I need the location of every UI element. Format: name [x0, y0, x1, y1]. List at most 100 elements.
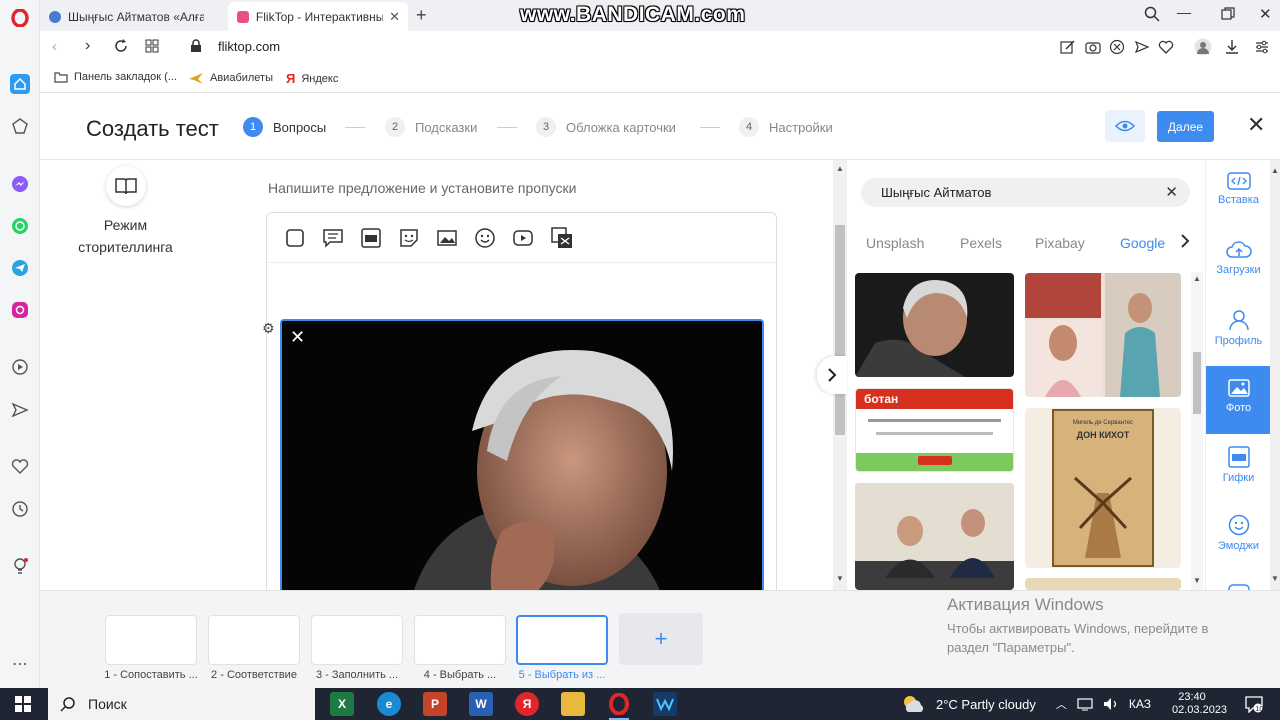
close-tab-icon[interactable]: ✕	[389, 9, 400, 25]
slide-thumbnail-5[interactable]	[516, 615, 608, 665]
menu-more[interactable]	[1206, 572, 1271, 590]
video-icon[interactable]	[511, 226, 535, 250]
taskbar-search[interactable]: Поиск	[48, 688, 315, 720]
preview-button[interactable]	[1105, 110, 1145, 142]
source-tab-unsplash[interactable]: Unsplash	[866, 235, 924, 251]
step-questions[interactable]: 1 Вопросы	[243, 117, 326, 137]
instagram-icon[interactable]	[10, 300, 30, 320]
opera-logo-icon[interactable]	[10, 8, 30, 28]
clock[interactable]: 23:40 02.03.2023	[1172, 691, 1227, 717]
new-tab-button[interactable]: +	[416, 5, 427, 26]
telegram-icon[interactable]	[10, 258, 30, 278]
file-explorer-icon[interactable]	[561, 692, 585, 716]
image-result-botan[interactable]: ботан	[855, 388, 1014, 472]
clear-search-icon[interactable]: ✕	[1165, 178, 1178, 207]
url-field[interactable]: fliktop.com	[218, 39, 280, 54]
remove-image-icon[interactable]: ✕	[290, 327, 305, 348]
next-button[interactable]: Далее	[1157, 111, 1214, 142]
image-result[interactable]	[855, 273, 1014, 377]
image-result[interactable]	[1025, 273, 1181, 397]
source-tab-google[interactable]: Google	[1120, 235, 1165, 251]
image-result[interactable]	[855, 483, 1014, 590]
source-tab-pixabay[interactable]: Pixabay	[1035, 235, 1085, 251]
windows-start-icon[interactable]	[15, 696, 31, 715]
translate-icon[interactable]	[549, 226, 573, 250]
edge-icon[interactable]: e	[377, 692, 401, 716]
tab-grid-icon[interactable]	[145, 39, 159, 58]
opera-taskbar-icon[interactable]	[607, 692, 631, 720]
bookmark-avia[interactable]: Авиабилеты	[188, 71, 273, 85]
image-search-input[interactable]: Шыңғыс Айтматов ✕	[861, 178, 1190, 207]
tab-fliktop[interactable]: FlikTop - Интерактивный ✕	[228, 2, 408, 31]
minimize-button[interactable]: —	[1177, 4, 1191, 20]
camera-icon[interactable]	[1085, 39, 1101, 60]
network-icon[interactable]	[1077, 697, 1093, 711]
yandex-browser-icon[interactable]: Я	[515, 692, 539, 716]
slide-thumbnail-2[interactable]	[208, 615, 300, 665]
sources-next-icon[interactable]	[1180, 233, 1190, 254]
storytelling-mode-toggle[interactable]: Режим сторителлинга	[68, 166, 183, 258]
excel-icon[interactable]: X	[330, 692, 354, 716]
gif-icon[interactable]	[359, 226, 383, 250]
image-panel-scrollbar[interactable]: ▲ ▼	[1191, 272, 1203, 590]
question-image[interactable]: ✕	[280, 319, 764, 594]
menu-embed[interactable]: Вставка	[1206, 160, 1271, 228]
step-hints[interactable]: 2 Подсказки	[385, 117, 477, 137]
more-options-icon[interactable]: ⋯	[10, 654, 30, 674]
send-icon[interactable]	[10, 400, 30, 420]
slide-thumbnail-1[interactable]	[105, 615, 197, 665]
menu-uploads[interactable]: Загрузки	[1206, 228, 1271, 296]
search-tabs-icon[interactable]	[1144, 6, 1160, 27]
messenger-icon[interactable]	[10, 174, 30, 194]
menu-photo[interactable]: Фото	[1206, 366, 1271, 434]
image-icon[interactable]	[435, 226, 459, 250]
source-tab-pexels[interactable]: Pexels	[960, 235, 1002, 251]
image-result-book[interactable]: Мигель де Сервантес ДОН КИХОТ	[1025, 408, 1181, 568]
heart-icon[interactable]	[10, 457, 30, 477]
forward-button[interactable]: ›	[85, 37, 90, 55]
history-icon[interactable]	[10, 499, 30, 519]
collapse-panel-button[interactable]	[817, 356, 847, 394]
bandicam-app-icon[interactable]	[653, 692, 677, 716]
language-indicator[interactable]: КАЗ	[1129, 697, 1151, 711]
bookmark-heart-icon[interactable]	[1158, 39, 1174, 60]
lightbulb-icon[interactable]	[10, 556, 30, 576]
my-flow-icon[interactable]	[10, 116, 30, 136]
bookmark-panel[interactable]: Панель закладок (...	[54, 71, 177, 83]
add-slide-button[interactable]: +	[619, 613, 703, 665]
menu-gifs[interactable]: Гифки	[1206, 434, 1271, 502]
menu-profile[interactable]: Профиль	[1206, 297, 1271, 365]
page-scrollbar[interactable]: ▲ ▼	[1270, 160, 1280, 590]
close-window-button[interactable]: ✕	[1259, 5, 1272, 23]
easy-setup-icon[interactable]	[1254, 39, 1270, 60]
chevron-up-icon[interactable]: ︿	[1056, 696, 1067, 712]
settings-gear-icon[interactable]: ⚙	[262, 320, 275, 337]
tab-aitmatov[interactable]: Шыңғыс Айтматов «Алғаш	[40, 2, 230, 31]
emoji-icon[interactable]	[473, 226, 497, 250]
speed-dial-icon[interactable]	[10, 74, 30, 94]
slide-thumbnail-4[interactable]	[414, 615, 506, 665]
bookmark-yandex[interactable]: Я Яндекс	[286, 71, 338, 86]
slide-thumbnail-3[interactable]	[311, 615, 403, 665]
notifications-icon[interactable]: 10	[1244, 695, 1264, 716]
image-result[interactable]	[1025, 578, 1181, 590]
download-icon[interactable]	[1225, 39, 1239, 60]
powerpoint-icon[interactable]: P	[423, 692, 447, 716]
restore-button[interactable]	[1221, 7, 1235, 26]
profile-avatar-icon[interactable]	[1194, 38, 1212, 61]
whatsapp-icon[interactable]	[10, 216, 30, 236]
step-card-cover[interactable]: 3 Обложка карточки	[536, 117, 676, 137]
step-settings[interactable]: 4 Настройки	[739, 117, 833, 137]
reload-icon[interactable]	[114, 39, 128, 58]
player-icon[interactable]	[10, 357, 30, 377]
adblock-icon[interactable]	[1109, 39, 1125, 60]
text-block-icon[interactable]	[283, 226, 307, 250]
volume-icon[interactable]	[1103, 697, 1119, 711]
edit-icon[interactable]	[1060, 39, 1076, 60]
lock-icon[interactable]	[190, 39, 202, 58]
back-button[interactable]: ‹	[52, 38, 57, 55]
close-editor-icon[interactable]: ✕	[1247, 112, 1265, 138]
word-icon[interactable]: W	[469, 692, 493, 716]
weather-text[interactable]: 2°C Partly cloudy	[936, 697, 1036, 712]
share-send-icon[interactable]	[1134, 39, 1150, 60]
